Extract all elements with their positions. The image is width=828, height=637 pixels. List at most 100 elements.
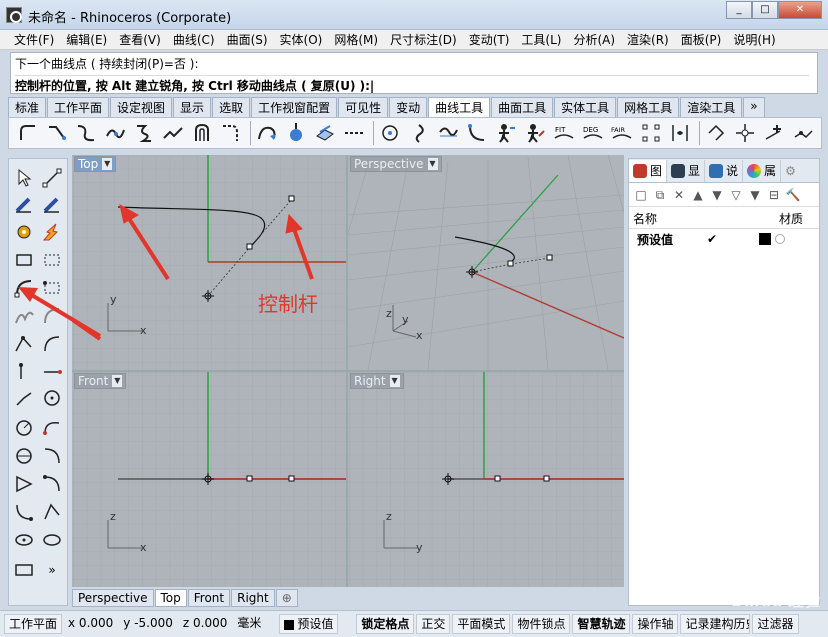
move-down-icon[interactable]: ▼: [709, 187, 725, 203]
rectangle-tool-icon[interactable]: [11, 557, 37, 583]
column-material-header[interactable]: 材质: [779, 210, 819, 227]
layer-color-swatch[interactable]: [759, 233, 771, 245]
add-point-icon[interactable]: [761, 120, 787, 146]
layer-name[interactable]: 预设值: [629, 231, 707, 248]
tab-curve-tools[interactable]: 曲线工具: [428, 97, 491, 117]
column-name-header[interactable]: 名称: [629, 210, 779, 227]
curve-from-points-icon[interactable]: [39, 499, 65, 525]
chevron-down-icon[interactable]: ▼: [112, 375, 123, 387]
convert-curve-icon[interactable]: [464, 120, 490, 146]
rhino-app-icon[interactable]: [6, 7, 22, 23]
chevron-down-icon[interactable]: ▼: [389, 375, 400, 387]
menu-render[interactable]: 渲染(R): [621, 31, 675, 48]
status-grid-snap[interactable]: 锁定格点: [356, 614, 415, 634]
point-tool-icon[interactable]: [39, 165, 65, 191]
menu-curve[interactable]: 曲线(C): [167, 31, 221, 48]
tab-cplanes[interactable]: 工作平面: [47, 97, 110, 117]
extend-arc-icon[interactable]: [254, 120, 280, 146]
status-history[interactable]: 记录建构历史: [680, 614, 751, 634]
offset-curve-icon[interactable]: [189, 120, 215, 146]
insert-knot-icon[interactable]: [667, 120, 693, 146]
line-horizontal-icon[interactable]: [39, 359, 65, 385]
viewport-front-label[interactable]: Front ▼: [74, 373, 127, 389]
new-sublayer-icon[interactable]: ⧉: [652, 187, 668, 203]
layer-current-check[interactable]: ✔: [707, 232, 759, 246]
layer-material-icon[interactable]: [775, 234, 785, 244]
menu-surface[interactable]: 曲面(S): [221, 31, 274, 48]
tab-display[interactable]: 显: [667, 159, 706, 182]
viewport-perspective-label[interactable]: Perspective ▼: [350, 156, 442, 172]
status-filter[interactable]: 过滤器: [752, 614, 799, 634]
viewport-top-label[interactable]: Top ▼: [74, 156, 117, 172]
tab-viewport-layout[interactable]: 工作视窗配置: [251, 97, 338, 117]
layer-row[interactable]: 预设值 ✔: [629, 229, 819, 249]
layer-options-icon[interactable]: ⊟: [766, 187, 782, 203]
viewport-tab-top[interactable]: Top: [154, 589, 187, 607]
circle-center-icon[interactable]: [39, 385, 65, 411]
menu-file[interactable]: 文件(F): [8, 31, 60, 48]
remove-point-icon[interactable]: [790, 120, 816, 146]
minimize-button[interactable]: _: [726, 1, 752, 19]
status-osnap[interactable]: 物件锁点: [512, 614, 571, 634]
viewport-right[interactable]: z y Right ▼: [348, 372, 624, 587]
new-layer-icon[interactable]: □: [633, 187, 649, 203]
tab-properties[interactable]: 属: [743, 159, 782, 182]
tab-transform[interactable]: 变动: [389, 97, 428, 117]
tab-display[interactable]: 显示: [173, 97, 212, 117]
adjustable-blend-icon[interactable]: [131, 120, 157, 146]
extend-curve-icon[interactable]: [218, 120, 244, 146]
tab-help[interactable]: 说: [705, 159, 744, 182]
viewport-front[interactable]: z x Front ▼: [72, 372, 346, 587]
hammer-tools-icon[interactable]: 🔨: [785, 187, 801, 203]
viewport-tab-right[interactable]: Right: [231, 589, 275, 607]
tab-layers[interactable]: 图: [629, 159, 668, 182]
menu-help[interactable]: 说明(H): [727, 31, 781, 48]
fit-curve-icon[interactable]: [406, 120, 432, 146]
line-segment-icon[interactable]: [11, 359, 37, 385]
menu-tools[interactable]: 工具(L): [515, 31, 567, 48]
tab-surface-tools[interactable]: 曲面工具: [491, 97, 554, 117]
move-up-icon[interactable]: ▲: [690, 187, 706, 203]
status-workplane[interactable]: 工作平面: [4, 614, 63, 634]
panel-settings-icon[interactable]: ⚙: [781, 160, 800, 182]
refit-curve-icon[interactable]: [435, 120, 461, 146]
tab-mesh-tools[interactable]: 网格工具: [617, 97, 680, 117]
viewport-tab-front[interactable]: Front: [187, 589, 231, 607]
degree-text-icon[interactable]: DEG: [580, 120, 606, 146]
tab-standard[interactable]: 标准: [8, 97, 47, 117]
status-layer[interactable]: 预设值: [279, 614, 339, 634]
arc-three-point-icon[interactable]: [39, 415, 65, 441]
polyline-icon[interactable]: [703, 120, 729, 146]
menu-edit[interactable]: 编辑(E): [60, 31, 113, 48]
select-arrow-icon[interactable]: [11, 165, 37, 191]
circle-diameter-icon[interactable]: [11, 415, 37, 441]
arc-start-end-icon[interactable]: [39, 471, 65, 497]
match-curve-icon[interactable]: [102, 120, 128, 146]
fair-text-icon[interactable]: FAIR: [609, 120, 635, 146]
viewport-top[interactable]: y x Top ▼: [72, 155, 346, 370]
curve-arc-blend-icon[interactable]: [160, 120, 186, 146]
viewport-right-label[interactable]: Right ▼: [350, 373, 404, 389]
ellipse-diameter-icon[interactable]: [39, 527, 65, 553]
menu-solid[interactable]: 实体(O): [274, 31, 329, 48]
blend-curves-icon[interactable]: [73, 120, 99, 146]
tabs-overflow-button[interactable]: »: [743, 97, 765, 117]
circle-tangent-icon[interactable]: [11, 385, 37, 411]
close-button[interactable]: ✕: [778, 1, 822, 19]
pull-curve-icon[interactable]: [312, 120, 338, 146]
gear-settings-icon[interactable]: [11, 219, 37, 245]
command-area[interactable]: 下一个曲线点 ( 持续封闭(P)=否 ): 控制杆的位置, 按 Alt 建立锐角…: [10, 52, 818, 94]
filter-icon[interactable]: ▼: [747, 187, 763, 203]
point-cross-icon[interactable]: [732, 120, 758, 146]
bend-curve-icon[interactable]: [522, 120, 548, 146]
tab-render-tools[interactable]: 渲染工具: [680, 97, 743, 117]
menu-view[interactable]: 查看(V): [113, 31, 167, 48]
ellipse-tool-icon[interactable]: [11, 527, 37, 553]
status-planar[interactable]: 平面模式: [452, 614, 511, 634]
fit-text-icon[interactable]: FIT: [551, 120, 577, 146]
maximize-button[interactable]: □: [752, 1, 778, 19]
tab-select[interactable]: 选取: [212, 97, 251, 117]
chevron-down-icon[interactable]: ▼: [427, 158, 438, 170]
tab-solid-tools[interactable]: 实体工具: [554, 97, 617, 117]
menu-transform[interactable]: 变动(T): [463, 31, 516, 48]
